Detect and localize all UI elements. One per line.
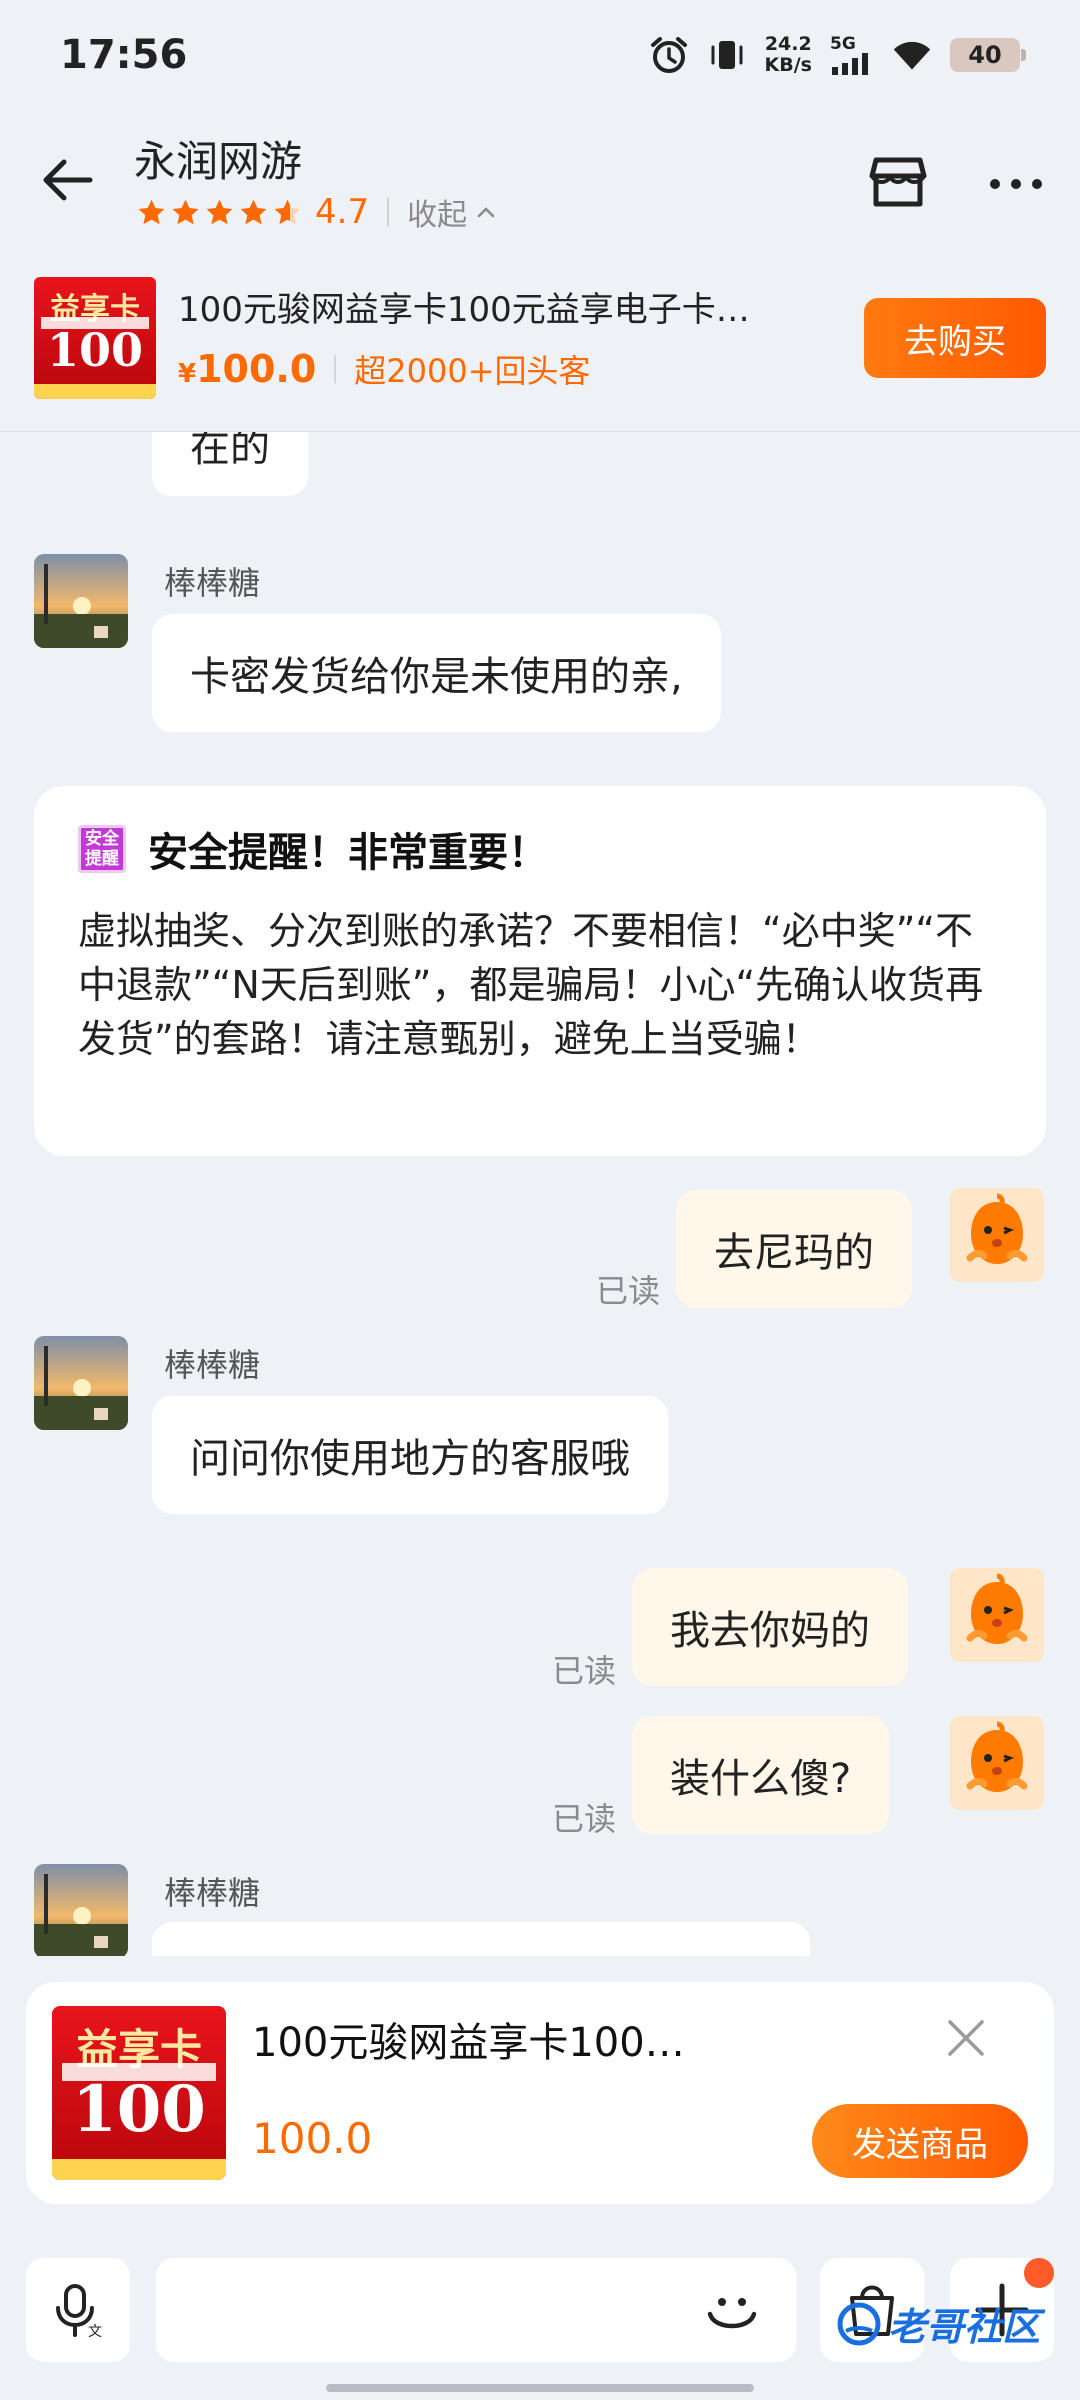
product-price-row: ¥100.0 超2000+回头客 <box>178 346 591 392</box>
signal-icon: 5G <box>830 35 874 75</box>
avatar-me[interactable] <box>950 1568 1044 1662</box>
store-button[interactable] <box>866 150 930 214</box>
price-divider <box>334 355 337 383</box>
chevron-up-icon[interactable] <box>473 199 499 225</box>
message-bubble-partial[interactable] <box>152 1922 810 1956</box>
store-icon <box>869 157 927 207</box>
rating-divider <box>387 198 390 226</box>
dot-icon <box>990 179 1000 189</box>
orange-mascot-avatar-image <box>950 1716 1044 1810</box>
send-product-price: 100.0 <box>252 2114 373 2163</box>
buy-button[interactable]: 去购买 <box>864 298 1046 378</box>
close-button[interactable] <box>944 2016 988 2060</box>
watermark-text: 老哥社区 <box>888 2305 1041 2349</box>
network-type: 5G <box>830 34 856 54</box>
home-indicator[interactable] <box>326 2384 754 2392</box>
warning-header: 安全提醒 安全提醒！非常重要！ <box>78 820 548 878</box>
net-speed: 24.2 KB/s <box>765 34 812 76</box>
dot-icon <box>1011 179 1021 189</box>
half-star-icon <box>274 199 301 224</box>
chat-messages[interactable]: 在的 棒棒糖 卡密发货给你是未使用的亲, 安全提醒 安全提醒！非常重要！ 虚拟抽… <box>0 432 1080 1956</box>
warning-body: 虚拟抽奖、分次到账的承诺？不要相信！“必中奖”“不中退款”“N天后到账”，都是骗… <box>78 909 984 1061</box>
more-options-button[interactable] <box>984 156 1048 212</box>
read-receipt: 已读 <box>552 1652 617 1690</box>
sender-name: 棒棒糖 <box>164 564 261 602</box>
product-price: ¥100.0 <box>178 347 316 391</box>
sender-name: 棒棒糖 <box>164 1346 261 1384</box>
send-product-card: 益享卡 100 100元骏网益享卡100… 100.0 发送商品 <box>26 1982 1054 2204</box>
product-title[interactable]: 100元骏网益享卡100元益享电子卡… <box>178 282 798 331</box>
wifi-icon <box>892 35 932 75</box>
sunset-avatar-image <box>34 1864 128 1956</box>
net-speed-value: 24.2 <box>764 33 812 55</box>
net-speed-unit: KB/s <box>764 54 812 76</box>
back-button[interactable] <box>38 150 98 210</box>
rating-stars <box>136 197 303 228</box>
safety-warning-card: 安全提醒 安全提醒！非常重要！ 虚拟抽奖、分次到账的承诺？不要相信！“必中奖”“… <box>34 786 1046 1156</box>
avatar-me[interactable] <box>950 1188 1044 1282</box>
read-receipt: 已读 <box>596 1272 661 1310</box>
gift-card-image: 益享卡 100 <box>52 2006 226 2180</box>
status-time: 17:56 <box>60 32 188 78</box>
close-icon <box>948 2020 984 2056</box>
gift-card-image: 益享卡 100 <box>34 277 156 399</box>
alarm-icon <box>649 35 689 75</box>
message-bubble[interactable]: 卡密发货给你是未使用的亲, <box>152 614 721 732</box>
collapse-toggle[interactable]: 收起 <box>407 190 467 234</box>
my-message-bubble[interactable]: 去尼玛的 <box>676 1190 912 1308</box>
message-bubble[interactable]: 问问你使用地方的客服哦 <box>152 1396 668 1514</box>
smiley-icon <box>707 2298 757 2329</box>
voice-input-button[interactable]: 文 <box>26 2258 130 2362</box>
watermark: 老哥社区 <box>836 2296 1040 2351</box>
star-icon <box>172 199 199 224</box>
send-product-title: 100元骏网益享卡100… <box>252 2020 685 2066</box>
card-value-text: 100 <box>72 2072 206 2148</box>
my-message-bubble[interactable]: 我去你妈的 <box>632 1568 908 1686</box>
card-value-text: 100 <box>46 323 144 378</box>
chat-header: 永润网游 4.7 收起 <box>0 110 1080 260</box>
rating-score: 4.7 <box>315 192 370 232</box>
emoji-button[interactable] <box>700 2280 764 2344</box>
avatar-sender[interactable] <box>34 1864 128 1956</box>
sunset-avatar-image <box>34 554 128 648</box>
orange-mascot-avatar-image <box>950 1188 1044 1282</box>
card-footer <box>34 384 156 399</box>
status-icons: 24.2 KB/s 5G 40 <box>649 34 1026 76</box>
battery-indicator: 40 <box>950 38 1026 72</box>
repeat-customers: 超2000+回头客 <box>354 352 591 390</box>
card-footer <box>52 2159 226 2180</box>
back-arrow-icon <box>43 159 93 201</box>
notification-dot <box>1024 2258 1054 2288</box>
avatar-sender[interactable] <box>34 554 128 648</box>
star-icon <box>138 199 165 224</box>
svg-text:文: 文 <box>88 2324 102 2340</box>
message-bubble[interactable]: 在的 <box>152 432 308 496</box>
shop-name[interactable]: 永润网游 <box>134 128 302 189</box>
dot-icon <box>1032 179 1042 189</box>
status-bar: 17:56 24.2 KB/s 5G 40 <box>0 0 1080 110</box>
sender-name: 棒棒糖 <box>164 1874 261 1912</box>
my-message-bubble[interactable]: 装什么傻? <box>632 1716 890 1834</box>
avatar-me[interactable] <box>950 1716 1044 1810</box>
warning-title: 安全提醒！非常重要！ <box>148 830 548 876</box>
avatar-sender[interactable] <box>34 1336 128 1430</box>
product-thumbnail[interactable]: 益享卡 100 <box>34 277 156 399</box>
send-product-button[interactable]: 发送商品 <box>812 2104 1028 2178</box>
price-symbol: ¥ <box>178 359 197 389</box>
price-value: 100.0 <box>196 347 317 391</box>
read-receipt: 已读 <box>552 1800 617 1838</box>
rating-row: 4.7 收起 <box>136 190 499 234</box>
watermark-logo-icon <box>837 2302 881 2345</box>
warning-badge-icon: 安全提醒 <box>78 825 126 873</box>
microphone-icon: 文 <box>56 2284 102 2340</box>
star-icon <box>240 199 267 224</box>
product-bar[interactable]: 益享卡 100 100元骏网益享卡100元益享电子卡… ¥100.0 超2000… <box>0 262 1080 432</box>
vibrate-icon <box>707 35 747 75</box>
send-product-thumbnail[interactable]: 益享卡 100 <box>52 2006 226 2180</box>
orange-mascot-avatar-image <box>950 1568 1044 1662</box>
star-icon <box>206 199 233 224</box>
sunset-avatar-image <box>34 1336 128 1430</box>
